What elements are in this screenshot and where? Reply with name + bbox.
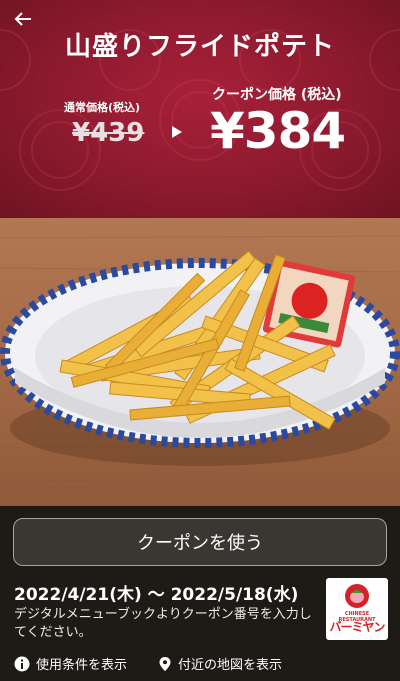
regular-price-label: 通常価格(税込) (64, 101, 141, 114)
footer-links: 使用条件を表示 付近の地図を表示 (14, 654, 394, 674)
show-map-label: 付近の地図を表示 (178, 658, 283, 673)
fries-plate-image (0, 218, 400, 510)
arrow-left-icon (14, 12, 31, 26)
show-map-link[interactable]: 付近の地図を表示 (158, 654, 282, 673)
show-terms-label: 使用条件を表示 (36, 658, 128, 673)
coupon-details: クーポンを使う 2022/4/21(木) ～ 2022/5/18(水) デジタル… (0, 506, 400, 681)
info-icon (14, 656, 30, 671)
coupon-description: デジタルメニューブックよりクーポン番号を入力してください。 (14, 607, 312, 640)
coupon-price-label: クーポン価格 (税込) (212, 87, 342, 103)
bamiyan-logo: CHINESE RESTAURANT バーミヤン (326, 578, 388, 640)
peach-logo-icon (345, 584, 369, 608)
show-terms-link[interactable]: 使用条件を表示 (14, 654, 127, 673)
coupon-price: ¥384 (210, 102, 346, 160)
coupon-header: 山盛りフライドポテト 通常価格(税込) ¥439 クーポン価格 (税込) ¥38… (0, 0, 400, 218)
location-pin-icon (159, 656, 171, 671)
page-title: 山盛りフライドポテト (64, 32, 335, 62)
use-coupon-button[interactable]: クーポンを使う (13, 518, 387, 566)
regular-price: ¥439 (72, 118, 145, 148)
arrow-right-icon (172, 126, 182, 138)
coupon-period: 2022/4/21(木) ～ 2022/5/18(水) (14, 585, 299, 605)
fries-illustration (0, 235, 400, 485)
logo-text: バーミヤン (329, 620, 385, 634)
